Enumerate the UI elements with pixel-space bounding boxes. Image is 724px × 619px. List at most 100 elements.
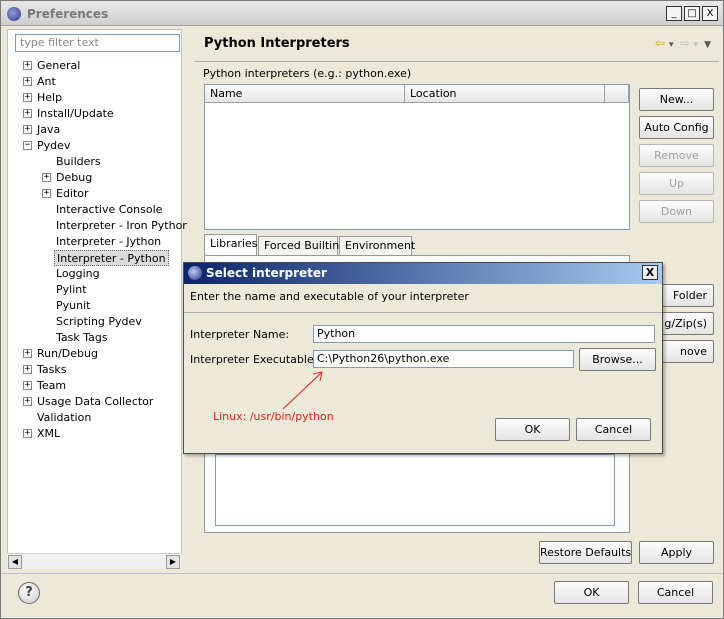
forward-dropdown-icon[interactable]: ▾ xyxy=(694,40,699,50)
expand-icon[interactable]: + xyxy=(23,77,32,86)
scroll-right-icon[interactable]: ▶ xyxy=(166,555,180,569)
tree-item-task-tags[interactable]: Task Tags xyxy=(56,330,108,346)
down-button[interactable]: Down xyxy=(639,200,714,223)
tree-item-tasks[interactable]: + Tasks xyxy=(23,362,66,378)
preferences-window: Preferences _ □ X type filter text + Gene… xyxy=(0,0,724,619)
close-button[interactable]: X xyxy=(702,6,718,21)
tree-item-label: Tasks xyxy=(37,363,67,376)
tree-item-pyunit[interactable]: Pyunit xyxy=(56,298,90,314)
expand-icon[interactable]: + xyxy=(23,397,32,406)
tree-item-xml[interactable]: + XML xyxy=(23,426,60,442)
dialog-separator xyxy=(184,312,662,313)
tree-item-interactive-console[interactable]: Interactive Console xyxy=(56,202,162,218)
interpreters-label: Python interpreters (e.g.: python.exe) xyxy=(203,67,412,80)
tree-item-team[interactable]: + Team xyxy=(23,378,66,394)
back-arrow-icon[interactable]: ⇦ xyxy=(655,36,665,50)
tree-item-label: General xyxy=(37,59,81,72)
tab-forced-builtins[interactable]: Forced Builtins xyxy=(258,236,345,256)
scroll-left-icon[interactable]: ◀ xyxy=(8,555,22,569)
help-icon[interactable]: ? xyxy=(18,582,40,604)
tree-item-run-debug[interactable]: + Run/Debug xyxy=(23,346,98,362)
libraries-list[interactable] xyxy=(215,454,615,526)
forward-arrow-icon[interactable]: ⇨ xyxy=(679,36,689,50)
tree-item-label: Debug xyxy=(56,171,93,184)
expand-icon[interactable]: + xyxy=(23,93,32,102)
eclipse-icon xyxy=(188,266,202,280)
tab-environment[interactable]: Environment xyxy=(339,236,415,256)
minimize-button[interactable]: _ xyxy=(666,6,682,21)
interpreters-table[interactable]: Name Location xyxy=(204,84,630,230)
filter-input[interactable]: type filter text xyxy=(15,34,180,52)
tree-item-debug[interactable]: + Debug xyxy=(42,170,92,186)
tree-item-editor[interactable]: + Editor xyxy=(42,186,89,202)
tree-item-usage-data-collector[interactable]: + Usage Data Collector xyxy=(23,394,153,410)
expand-icon[interactable]: + xyxy=(23,349,32,358)
cancel-button[interactable]: Cancel xyxy=(638,581,713,604)
column-header-location[interactable]: Location xyxy=(405,85,605,103)
tree-item-interpreter-jython[interactable]: Interpreter - Jython xyxy=(56,234,161,250)
remove-button[interactable]: Remove xyxy=(639,144,714,167)
dialog-cancel-button[interactable]: Cancel xyxy=(576,418,651,441)
tree-item-label: Team xyxy=(37,379,67,392)
tree-item-install-update[interactable]: + Install/Update xyxy=(23,106,114,122)
tree-item-label: Install/Update xyxy=(37,107,114,120)
browse-button[interactable]: Browse... xyxy=(579,348,656,371)
maximize-button[interactable]: □ xyxy=(684,6,700,21)
tree-item-java[interactable]: + Java xyxy=(23,122,60,138)
dialog-button-bar: ? OK Cancel xyxy=(1,573,723,618)
apply-button[interactable]: Apply xyxy=(639,541,714,564)
interpreter-name-label: Interpreter Name: xyxy=(190,328,290,341)
expand-icon[interactable]: + xyxy=(23,61,32,70)
column-header-name[interactable]: Name xyxy=(205,85,405,103)
view-menu-icon[interactable]: ▼ xyxy=(704,40,711,50)
hint-arrow-icon xyxy=(282,371,323,410)
interpreter-executable-label: Interpreter Executable: xyxy=(190,353,318,366)
auto-config-button[interactable]: Auto Config xyxy=(639,116,714,139)
expand-icon[interactable]: + xyxy=(23,109,32,118)
expand-icon[interactable]: + xyxy=(23,381,32,390)
tree-item-ant[interactable]: + Ant xyxy=(23,74,56,90)
restore-defaults-button[interactable]: Restore Defaults xyxy=(539,541,632,564)
tree-item-label: Editor xyxy=(56,187,89,200)
tree-item-validation[interactable]: Validation xyxy=(37,410,91,426)
eclipse-icon xyxy=(7,7,21,21)
collapse-icon[interactable]: − xyxy=(23,141,32,150)
interpreter-executable-field[interactable]: C:\Python26\python.exe xyxy=(313,350,574,368)
up-button[interactable]: Up xyxy=(639,172,714,195)
tree-item-label: Help xyxy=(37,91,63,104)
tree-item-label: Usage Data Collector xyxy=(37,395,154,408)
tree-item-scripting-pydev[interactable]: Scripting Pydev xyxy=(56,314,142,330)
tree-item-label: Ant xyxy=(37,75,56,88)
dialog-title: Select interpreter xyxy=(184,263,662,284)
ok-button[interactable]: OK xyxy=(554,581,629,604)
tree-item-builders[interactable]: Builders xyxy=(56,154,101,170)
select-interpreter-dialog: Select interpreter X Enter the name and … xyxy=(183,262,663,454)
new-button[interactable]: New... xyxy=(639,88,714,111)
tree-item-label: Pydev xyxy=(37,139,71,152)
expand-icon[interactable]: + xyxy=(23,365,32,374)
tab-libraries[interactable]: Libraries xyxy=(204,234,258,256)
expand-icon[interactable]: + xyxy=(42,173,51,182)
window-title: Preferences xyxy=(27,7,109,21)
tree-item-logging[interactable]: Logging xyxy=(56,266,100,282)
tree-item-label: Java xyxy=(37,123,61,136)
tree-horizontal-scrollbar[interactable]: ◀ ▶ xyxy=(7,553,182,569)
tree-item-general[interactable]: + General xyxy=(23,58,80,74)
tree-item-pydev[interactable]: − Pydev xyxy=(23,138,70,154)
tree-item-help[interactable]: + Help xyxy=(23,90,62,106)
tree-item-label: Run/Debug xyxy=(37,347,98,360)
expand-icon[interactable]: + xyxy=(23,429,32,438)
preferences-tree-pane: type filter text + General + Ant + Help + In… xyxy=(7,29,189,569)
back-dropdown-icon[interactable]: ▾ xyxy=(669,40,674,50)
header-separator xyxy=(194,61,719,62)
expand-icon[interactable]: + xyxy=(42,189,51,198)
interpreter-name-field[interactable]: Python xyxy=(313,325,655,343)
title-bar: Preferences _ □ X xyxy=(1,1,723,26)
dialog-ok-button[interactable]: OK xyxy=(495,418,570,441)
tree-item-pylint[interactable]: Pylint xyxy=(56,282,87,298)
tree-item-interpreter-python[interactable]: Interpreter - Python xyxy=(54,250,169,266)
expand-icon[interactable]: + xyxy=(23,125,32,134)
tree-item-label: XML xyxy=(37,427,61,440)
tree-item-interpreter-iron-python[interactable]: Interpreter - Iron Python xyxy=(56,218,189,234)
dialog-close-button[interactable]: X xyxy=(642,265,658,280)
